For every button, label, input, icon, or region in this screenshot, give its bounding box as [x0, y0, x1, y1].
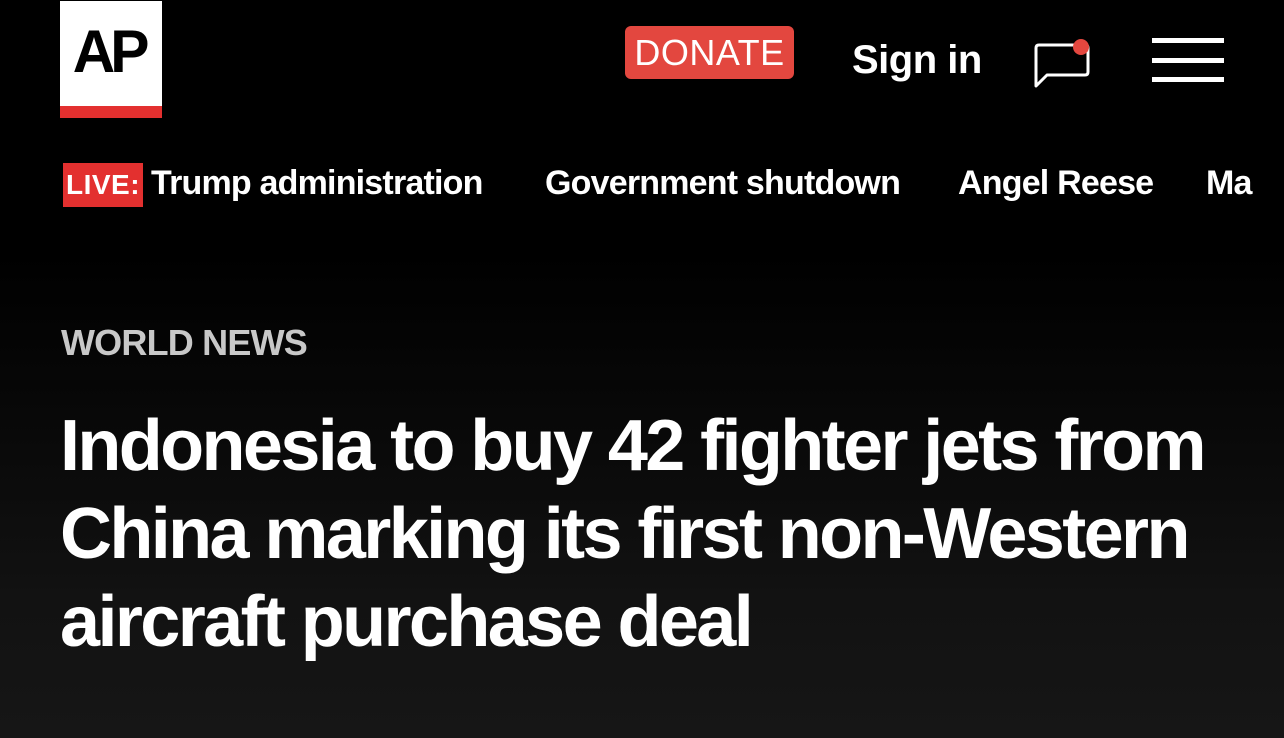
- trend-item-angel-reese[interactable]: Angel Reese: [958, 160, 1154, 206]
- page: AP DONATE Sign in LIVE: Trump administra…: [0, 0, 1284, 738]
- trending-nav: LIVE: Trump administration Government sh…: [0, 160, 1284, 208]
- ap-logo[interactable]: AP: [60, 1, 162, 118]
- logo-text: AP: [73, 17, 150, 85]
- article-headline: Indonesia to buy 42 fighter jets from Ch…: [60, 406, 1207, 662]
- donate-button[interactable]: DONATE: [625, 26, 794, 79]
- hamburger-menu-icon[interactable]: [1152, 38, 1224, 82]
- notification-dot: [1073, 39, 1089, 55]
- chat-bubble-icon[interactable]: [1030, 38, 1094, 92]
- trend-item-government-shutdown[interactable]: Government shutdown: [545, 160, 901, 206]
- live-badge: LIVE:: [63, 163, 143, 207]
- trend-item-truncated[interactable]: Ma: [1206, 160, 1252, 206]
- sign-in-link[interactable]: Sign in: [852, 36, 982, 84]
- trend-item-trump-administration[interactable]: Trump administration: [151, 160, 483, 206]
- section-label[interactable]: WORLD NEWS: [61, 320, 308, 366]
